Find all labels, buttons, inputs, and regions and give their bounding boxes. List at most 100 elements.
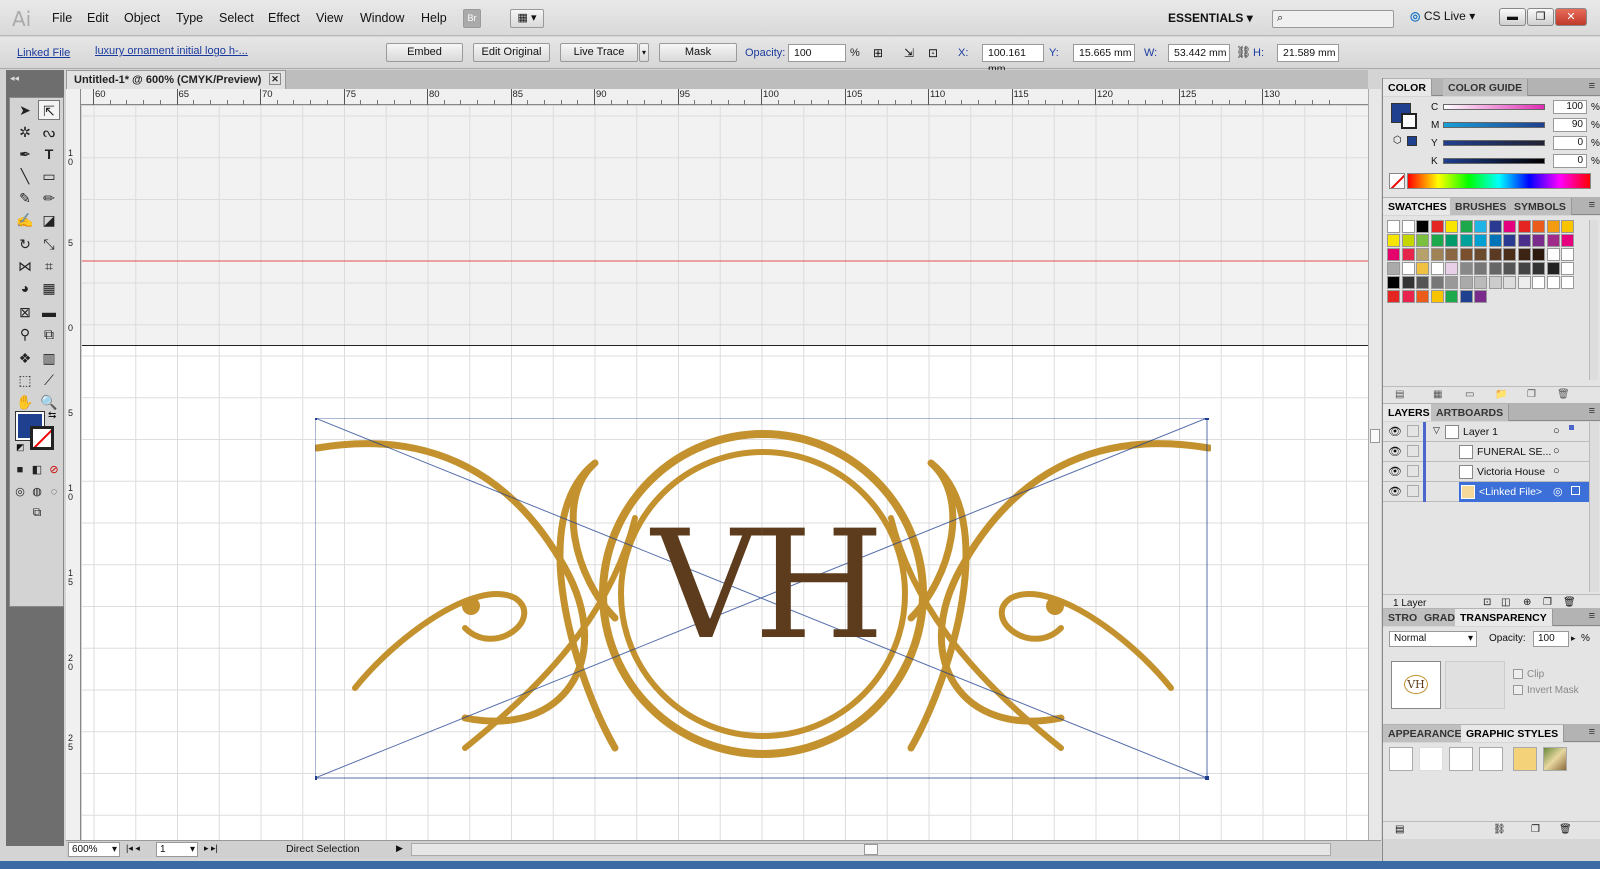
shape-builder-tool-icon[interactable]: ◕ — [14, 278, 36, 298]
target-icon[interactable]: ○ — [1553, 465, 1560, 477]
bbox-handle[interactable] — [315, 418, 317, 420]
lasso-tool-icon[interactable]: ᔓ — [38, 122, 60, 142]
direct-selection-tool-icon[interactable]: ⇱ — [38, 100, 60, 120]
color-swatch[interactable] — [1401, 276, 1415, 289]
graphic-style-swatch[interactable] — [1513, 747, 1537, 771]
color-swatch[interactable] — [1517, 234, 1531, 247]
restore-button[interactable]: ❐ — [1527, 8, 1554, 26]
symbol-sprayer-tool-icon[interactable]: ❖ — [14, 348, 36, 368]
bbox-handle[interactable] — [1205, 418, 1209, 420]
color-swatch[interactable] — [1416, 290, 1429, 303]
swap-fill-stroke-icon[interactable]: ⇆ — [48, 410, 56, 421]
color-swatch[interactable] — [1474, 276, 1487, 289]
pencil-tool-icon[interactable]: ✏ — [38, 188, 60, 208]
graphic-style-swatch[interactable] — [1449, 747, 1473, 771]
locate-object-icon[interactable]: ⊡ — [1483, 597, 1491, 608]
channel-m-value[interactable]: 90 — [1553, 118, 1587, 132]
target-icon[interactable]: ○ — [1553, 425, 1560, 437]
rectangle-tool-icon[interactable]: ▭ — [38, 166, 60, 186]
column-graph-tool-icon[interactable]: ▥ — [38, 348, 60, 368]
menu-object[interactable]: Object — [124, 11, 160, 25]
edit-original-button[interactable]: Edit Original — [473, 43, 550, 62]
zoom-tool-icon[interactable]: 🔍 — [38, 392, 60, 412]
search-input[interactable]: ⌕ — [1272, 10, 1394, 28]
bridge-button[interactable]: Br — [463, 9, 481, 28]
stroke-color-swatch[interactable] — [30, 426, 54, 450]
color-swatch[interactable] — [1503, 276, 1516, 289]
bbox-handle[interactable] — [1205, 776, 1209, 780]
draw-behind-icon[interactable]: ◍ — [29, 482, 45, 502]
color-swatch[interactable] — [1387, 220, 1400, 233]
color-swatch[interactable] — [1416, 248, 1429, 261]
zoom-field[interactable]: 600% ▾ — [68, 842, 120, 857]
color-swatch[interactable] — [1532, 262, 1545, 275]
draw-inside-icon[interactable]: ◌ — [46, 482, 62, 502]
layer-name[interactable]: <Linked File> — [1479, 486, 1542, 498]
color-swatch[interactable] — [1387, 234, 1400, 247]
tab-color-guide[interactable]: COLOR GUIDE — [1443, 79, 1529, 96]
panel-menu-icon[interactable]: ≡ — [1589, 610, 1595, 622]
expand-triangle-icon[interactable]: ▽ — [1433, 425, 1440, 436]
paintbrush-tool-icon[interactable]: ✎ — [14, 188, 36, 208]
color-swatch[interactable] — [1445, 248, 1458, 261]
color-swatch[interactable] — [1416, 276, 1429, 289]
color-swatch[interactable] — [1401, 234, 1415, 247]
color-swatch[interactable] — [1488, 220, 1502, 233]
color-swatch[interactable] — [1488, 276, 1502, 289]
default-colors-icon[interactable]: ◩ — [16, 442, 25, 453]
visibility-eye-icon[interactable]: 👁 — [1388, 445, 1402, 458]
color-swatch[interactable] — [1401, 248, 1415, 261]
menu-edit[interactable]: Edit — [87, 11, 109, 25]
color-swatch[interactable] — [1532, 248, 1545, 261]
color-swatch[interactable] — [1430, 290, 1444, 303]
panel-menu-icon[interactable]: ≡ — [1589, 405, 1595, 417]
menu-help[interactable]: Help — [421, 11, 447, 25]
color-swatch[interactable] — [1474, 234, 1487, 247]
break-link-icon[interactable]: ⛓ — [1493, 824, 1506, 835]
horizontal-scrollbar[interactable] — [411, 843, 1331, 856]
eraser-tool-icon[interactable]: ◪ — [38, 210, 60, 230]
gradient-tool-icon[interactable]: ▬ — [38, 302, 60, 322]
lock-toggle[interactable] — [1407, 485, 1419, 497]
new-color-group-icon[interactable]: 📁 — [1495, 389, 1507, 400]
color-swatch[interactable] — [1517, 262, 1531, 275]
color-swatch[interactable] — [1459, 234, 1473, 247]
delete-style-icon[interactable]: 🗑 — [1559, 824, 1572, 835]
color-swatch[interactable] — [1546, 276, 1560, 289]
target-icon[interactable]: ○ — [1553, 445, 1560, 457]
w-field[interactable]: 53.442 mm — [1168, 44, 1230, 62]
type-tool-icon[interactable]: T — [38, 144, 60, 164]
color-swatch[interactable] — [1401, 290, 1415, 303]
color-swatch[interactable] — [1503, 248, 1516, 261]
mask-button[interactable]: Mask — [659, 43, 737, 62]
h-field[interactable]: 21.589 mm — [1277, 44, 1339, 62]
align-icon[interactable]: ⊡ — [928, 46, 938, 60]
color-swatch[interactable] — [1459, 248, 1473, 261]
document-tab[interactable]: Untitled-1* @ 600% (CMYK/Preview) ✕ — [66, 70, 286, 89]
canvas[interactable]: VH — [82, 106, 1368, 840]
lock-toggle[interactable] — [1407, 445, 1419, 457]
color-swatch[interactable] — [1416, 234, 1429, 247]
color-swatch[interactable] — [1561, 248, 1574, 261]
horizontal-ruler[interactable]: 60 65 70 75 80 85 90 95 100 105 110 115 120 125 130 — [81, 89, 1368, 105]
color-swatch[interactable] — [1503, 220, 1516, 233]
menu-file[interactable]: File — [52, 11, 72, 25]
magic-wand-tool-icon[interactable]: ✲ — [14, 122, 36, 142]
color-swatch[interactable] — [1474, 248, 1487, 261]
panel-menu-icon[interactable]: ≡ — [1589, 80, 1595, 92]
linked-file-link[interactable]: Linked File — [17, 47, 70, 59]
swatch-options-icon[interactable]: ▭ — [1465, 389, 1474, 400]
color-swatch[interactable] — [1387, 248, 1400, 261]
color-swatch[interactable] — [1445, 276, 1458, 289]
h-scroll-thumb[interactable] — [864, 844, 878, 855]
slice-tool-icon[interactable]: ⟋ — [38, 370, 60, 390]
channel-k-value[interactable]: 0 — [1553, 154, 1587, 168]
color-swatch[interactable] — [1445, 234, 1458, 247]
color-swatch[interactable] — [1517, 248, 1531, 261]
channel-c-value[interactable]: 100 — [1553, 100, 1587, 114]
color-swatch[interactable] — [1416, 220, 1429, 233]
vertical-ruler[interactable]: 1 0 5 0 5 1 0 1 5 2 0 2 5 — [66, 89, 81, 840]
color-swatch[interactable] — [1387, 276, 1400, 289]
new-swatch-icon[interactable]: ❐ — [1527, 389, 1536, 400]
layer-row-selected[interactable]: 👁 <Linked File> ◎ — [1383, 482, 1589, 502]
